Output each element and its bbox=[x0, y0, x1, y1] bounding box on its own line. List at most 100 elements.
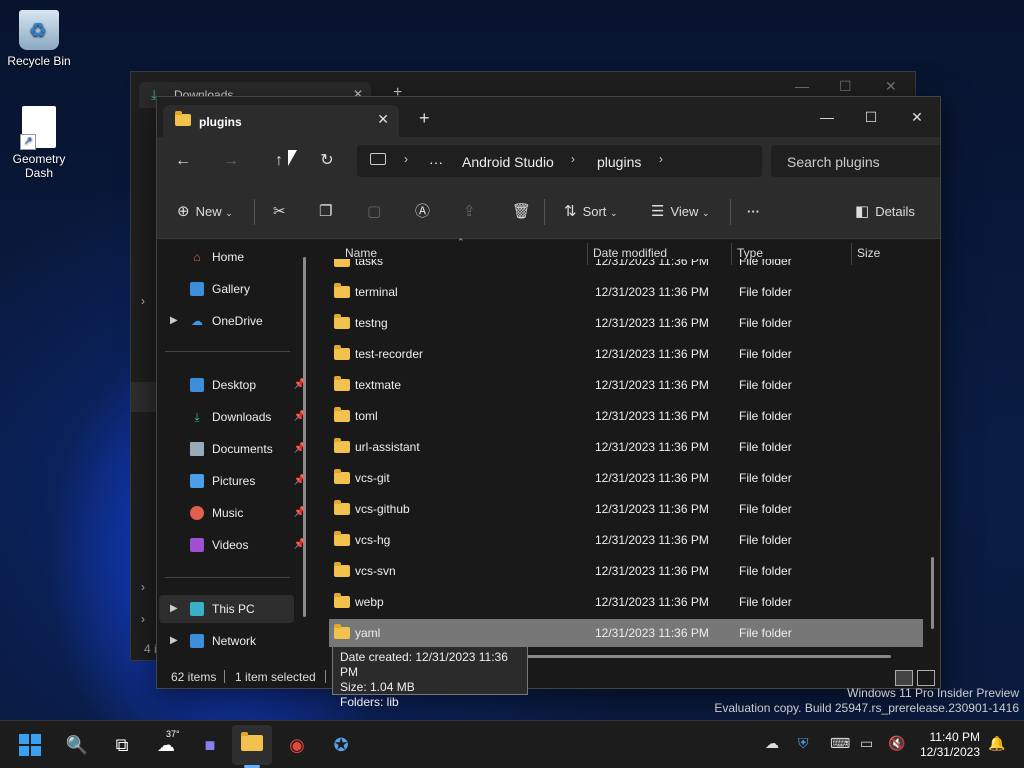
minimize-button[interactable]: — bbox=[805, 103, 849, 131]
title-bar[interactable]: plugins ✕ + — ☐ ✕ bbox=[157, 97, 940, 137]
table-row[interactable]: vcs-hg 12/31/2023 11:36 PM File folder bbox=[329, 526, 923, 554]
share-button[interactable]: ⇪ bbox=[463, 201, 482, 223]
sidebar-item-downloads[interactable]: ⤓ Downloads 📌 bbox=[159, 403, 306, 431]
desktop-icon-geometry-dash[interactable]: Geometry Dash bbox=[4, 106, 74, 180]
chevron-right-icon[interactable]: ▶ bbox=[170, 627, 178, 655]
maximize-icon[interactable]: ☐ bbox=[839, 78, 852, 95]
sidebar-item-onedrive[interactable]: ▶ ☁ OneDrive bbox=[159, 307, 294, 335]
sidebar-item-videos[interactable]: Videos 📌 bbox=[159, 531, 306, 559]
vertical-scrollbar[interactable] bbox=[931, 557, 934, 629]
rename-icon: Ⓐ bbox=[415, 203, 431, 220]
search-input[interactable]: Search plugins bbox=[771, 145, 940, 177]
folder-icon bbox=[334, 562, 350, 577]
music-icon bbox=[190, 506, 204, 520]
chevron-right-icon[interactable]: › bbox=[571, 152, 575, 166]
chrome-icon[interactable]: ◉ bbox=[283, 731, 311, 759]
sidebar-item-music[interactable]: Music 📌 bbox=[159, 499, 306, 527]
nav-scrollbar[interactable] bbox=[303, 257, 306, 617]
cut-button[interactable]: ✂ bbox=[273, 201, 292, 223]
table-row[interactable]: vcs-svn 12/31/2023 11:36 PM File folder bbox=[329, 557, 923, 585]
address-bar[interactable]: › ··· Android Studio › plugins › bbox=[357, 145, 762, 177]
chevron-right-icon[interactable]: › bbox=[141, 612, 145, 626]
file-explorer-icon[interactable] bbox=[238, 731, 266, 759]
explorer-window[interactable]: plugins ✕ + — ☐ ✕ ← → ↑ ↻ › ··· Android … bbox=[156, 96, 941, 689]
file-name: vcs-svn bbox=[355, 564, 396, 578]
table-row[interactable]: vcs-git 12/31/2023 11:36 PM File folder bbox=[329, 464, 923, 492]
search-icon[interactable]: 🔍 bbox=[63, 731, 91, 759]
sidebar-item-gallery[interactable]: Gallery bbox=[159, 275, 294, 303]
table-row[interactable]: textmate 12/31/2023 11:36 PM File folder bbox=[329, 371, 923, 399]
security-shield-icon[interactable]: ⛨ bbox=[798, 735, 809, 752]
network-icon[interactable]: ▭ bbox=[860, 735, 873, 752]
breadcrumb-plugins[interactable]: plugins bbox=[597, 154, 641, 170]
refresh-icon[interactable]: ↻ bbox=[316, 151, 338, 173]
file-date: 12/31/2023 11:36 PM bbox=[595, 626, 709, 640]
paste-button[interactable]: ▢ bbox=[367, 201, 387, 223]
table-row[interactable]: vcs-github 12/31/2023 11:36 PM File fold… bbox=[329, 495, 923, 523]
keyboard-icon[interactable]: ⌨ bbox=[830, 735, 850, 752]
table-row[interactable]: url-assistant 12/31/2023 11:36 PM File f… bbox=[329, 433, 923, 461]
horizontal-scrollbar[interactable] bbox=[485, 655, 891, 658]
chevron-right-icon[interactable]: › bbox=[141, 294, 145, 308]
table-row[interactable]: testng 12/31/2023 11:36 PM File folder bbox=[329, 309, 923, 337]
file-name: vcs-git bbox=[355, 471, 390, 485]
weather-temperature: 37° bbox=[166, 729, 180, 739]
chevron-right-icon[interactable]: › bbox=[141, 580, 145, 594]
start-button[interactable] bbox=[19, 734, 47, 762]
forward-arrow-icon[interactable]: → bbox=[220, 151, 242, 173]
table-row[interactable]: webp 12/31/2023 11:36 PM File folder bbox=[329, 588, 923, 616]
breadcrumb-android-studio[interactable]: Android Studio bbox=[462, 154, 554, 170]
more-options-button[interactable]: ··· bbox=[747, 201, 760, 223]
minimize-icon[interactable]: — bbox=[795, 78, 809, 94]
navigation-bar: ← → ↑ ↻ › ··· Android Studio › plugins ›… bbox=[157, 137, 940, 185]
new-button[interactable]: ⊕ New ⌄ bbox=[177, 201, 233, 223]
maximize-button[interactable]: ☐ bbox=[849, 103, 893, 131]
copy-button[interactable]: ❐ bbox=[319, 201, 338, 223]
close-tab-icon[interactable]: ✕ bbox=[377, 111, 389, 128]
table-row[interactable]: terminal 12/31/2023 11:36 PM File folder bbox=[329, 278, 923, 306]
details-view-icon[interactable] bbox=[895, 670, 913, 686]
chevron-right-icon[interactable]: › bbox=[659, 152, 663, 166]
new-tab-icon[interactable]: + bbox=[419, 108, 430, 129]
sidebar-item-desktop[interactable]: Desktop 📌 bbox=[159, 371, 306, 399]
table-row[interactable]: test-recorder 12/31/2023 11:36 PM File f… bbox=[329, 340, 923, 368]
volume-muted-icon[interactable]: 🔇 bbox=[888, 735, 905, 752]
sidebar-item-home[interactable]: ⌂ Home bbox=[159, 243, 294, 271]
android-studio-icon[interactable]: ✪ bbox=[327, 731, 355, 759]
cloud-offline-icon[interactable]: ☁ bbox=[765, 735, 779, 752]
nav-divider bbox=[165, 351, 290, 352]
teams-icon[interactable]: ■ bbox=[196, 731, 224, 759]
sidebar-item-this-pc[interactable]: ▶ This PC bbox=[159, 595, 294, 623]
back-arrow-icon[interactable]: ← bbox=[172, 151, 194, 173]
tiles-view-icon[interactable] bbox=[917, 670, 935, 686]
close-button[interactable]: ✕ bbox=[895, 103, 939, 131]
rename-button[interactable]: Ⓐ bbox=[415, 201, 436, 223]
sort-icon: ⇅ bbox=[564, 203, 577, 220]
table-row-selected[interactable]: yaml 12/31/2023 11:36 PM File folder bbox=[329, 619, 923, 647]
desktop-icon-recycle-bin[interactable]: Recycle Bin bbox=[4, 10, 74, 68]
sidebar-item-pictures[interactable]: Pictures 📌 bbox=[159, 467, 306, 495]
task-view-icon[interactable]: ⧉ bbox=[108, 731, 136, 759]
file-type: File folder bbox=[739, 595, 792, 609]
breadcrumb-more[interactable]: ··· bbox=[429, 154, 443, 170]
sidebar-item-documents[interactable]: Documents 📌 bbox=[159, 435, 306, 463]
up-arrow-icon[interactable]: ↑ bbox=[268, 151, 290, 173]
sidebar-item-label: Documents bbox=[212, 442, 273, 456]
table-row[interactable]: tasks 12/31/2023 11:36 PM File folder bbox=[329, 259, 923, 275]
view-button[interactable]: ☰ View ⌄ bbox=[651, 201, 710, 223]
recycle-bin-icon bbox=[19, 10, 59, 50]
details-button[interactable]: ◧ Details bbox=[855, 201, 915, 223]
table-row[interactable]: toml 12/31/2023 11:36 PM File folder bbox=[329, 402, 923, 430]
close-icon[interactable]: ✕ bbox=[885, 78, 897, 95]
chevron-right-icon[interactable]: ▶ bbox=[170, 307, 178, 335]
delete-button[interactable]: 🗑 bbox=[512, 201, 537, 223]
clock[interactable]: 11:40 PM 12/31/2023 bbox=[920, 730, 980, 760]
sidebar-item-label: Downloads bbox=[212, 410, 272, 424]
chevron-right-icon[interactable]: › bbox=[404, 152, 408, 166]
sidebar-item-network[interactable]: ▶ Network bbox=[159, 627, 294, 655]
chevron-right-icon[interactable]: ▶ bbox=[170, 595, 178, 623]
clock-date: 12/31/2023 bbox=[919, 745, 980, 759]
sort-button[interactable]: ⇅ Sort ⌄ bbox=[564, 201, 618, 223]
notification-bell-icon[interactable]: 🔔 bbox=[988, 735, 1005, 752]
tab-plugins[interactable]: plugins ✕ bbox=[163, 105, 399, 137]
